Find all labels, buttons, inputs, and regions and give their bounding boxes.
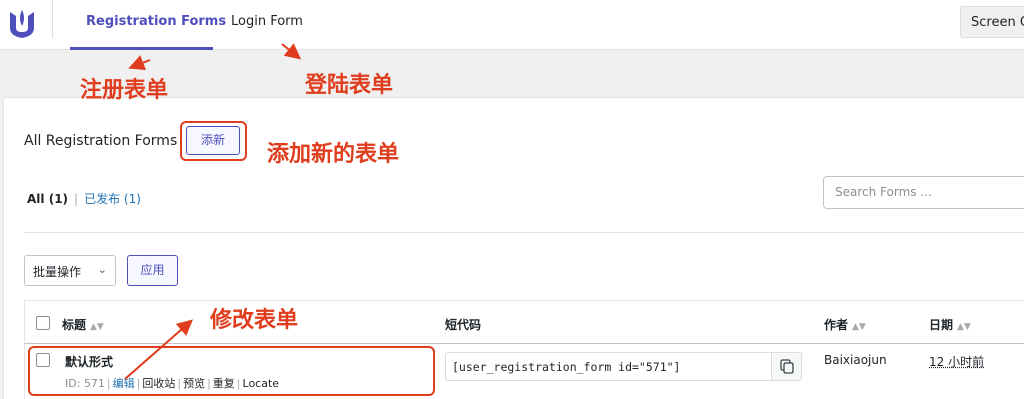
annotation-arrows [0, 0, 1024, 399]
arrow-login [282, 44, 298, 57]
app-root: Registration Forms Login Form Screen Opt… [0, 0, 1024, 399]
arrow-registration [132, 60, 150, 67]
arrow-edit [125, 322, 190, 379]
